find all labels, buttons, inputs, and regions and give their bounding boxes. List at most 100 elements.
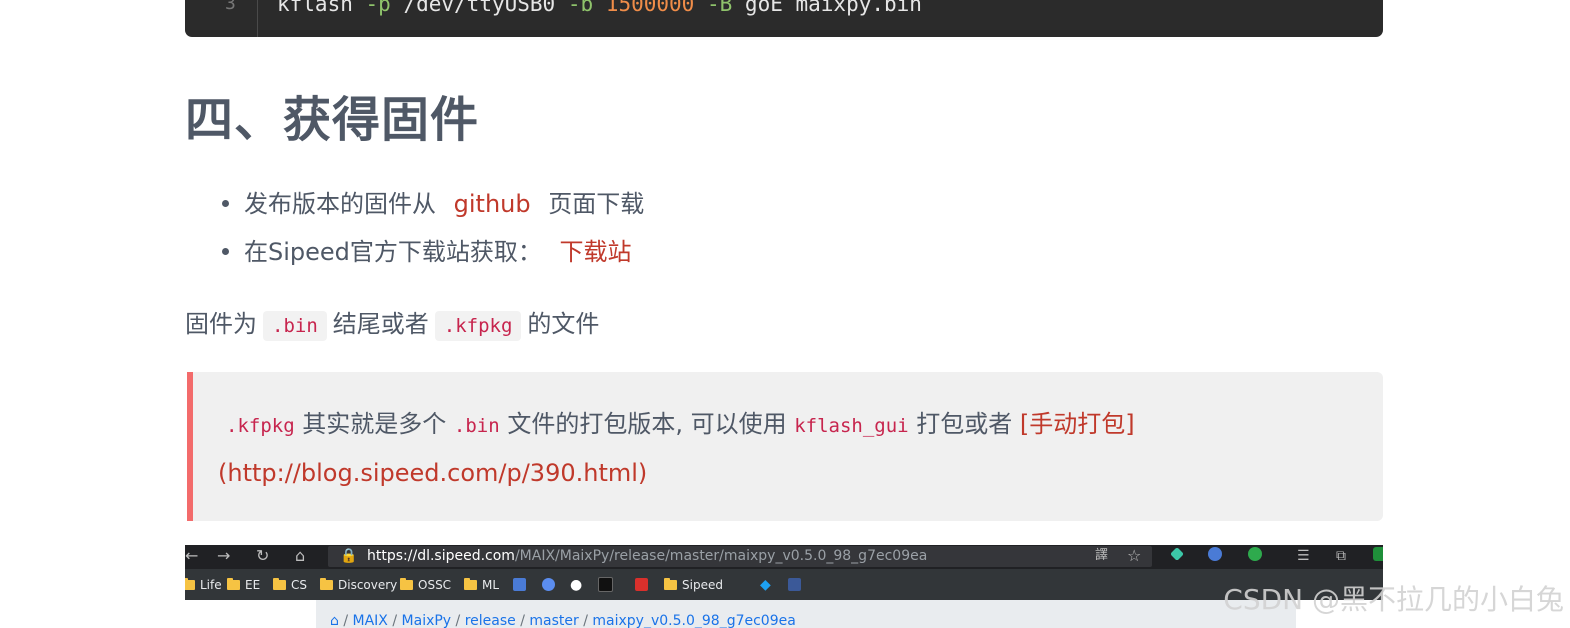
bookmark-label: CS <box>291 578 307 592</box>
manual-pack-link[interactable]: [手动打包] <box>1020 410 1135 438</box>
para-suffix: 的文件 <box>527 310 600 338</box>
browser-screenshot: ← → ↻ ⌂ 🔒 https://dl.sipeed.com/MAIX/Mai… <box>185 545 1383 628</box>
blockquote-line: .kfpkg 其实就是多个 .bin 文件的打包版本, 可以使用 kflash_… <box>226 402 1135 448</box>
list-icon: ☰ <box>1297 548 1310 564</box>
line-number: 3 <box>225 0 236 14</box>
breadcrumb-item: MAIX <box>352 613 388 628</box>
bookmark-folder-ossc: OSSC <box>400 577 451 593</box>
para-middle: 结尾或者 <box>332 310 429 338</box>
section-title: 四、获得固件 <box>185 92 480 148</box>
note-blockquote: .kfpkg 其实就是多个 .bin 文件的打包版本, 可以使用 kflash_… <box>187 372 1383 521</box>
folder-icon <box>227 578 240 590</box>
bookmark-folder-ee: EE <box>227 577 260 593</box>
list-item-prefix: 发布版本的固件从 <box>244 190 436 218</box>
breadcrumb-line: ⌂ / MAIX / MaixPy / release / master / m… <box>330 613 796 628</box>
home-icon: ⌂ <box>295 546 306 565</box>
extension-icon <box>1208 547 1222 561</box>
extension-icon <box>1373 547 1383 561</box>
bookmark-folder-life: Life <box>185 577 222 593</box>
back-icon: ← <box>185 546 199 565</box>
code-gutter <box>185 0 258 37</box>
facebook-badge <box>788 578 801 591</box>
inline-code-bin: .bin <box>263 311 327 341</box>
list-item-suffix: 页面下载 <box>548 190 645 218</box>
address-url: https://dl.sipeed.com/MAIX/MaixPy/releas… <box>367 546 927 567</box>
github-link[interactable]: github <box>454 190 531 218</box>
breadcrumb-item: master <box>529 613 579 628</box>
evernote-icon <box>1248 547 1262 561</box>
translate-icon: 譯 <box>1095 548 1109 563</box>
bookmark-ext <box>542 577 560 593</box>
browser-page-area: ⌂ / MAIX / MaixPy / release / master / m… <box>185 600 1383 628</box>
bookmark-label: Life <box>200 578 222 592</box>
breadcrumb: ⌂ / MAIX / MaixPy / release / master / m… <box>316 600 1296 628</box>
folder-icon <box>464 578 477 590</box>
url-path: /MAIX/MaixPy/release/master/maixpy_v0.5.… <box>514 548 928 564</box>
lock-icon: 🔒 <box>340 548 358 564</box>
bookmark-label: Sipeed <box>682 578 723 592</box>
para-prefix: 固件为 <box>185 310 257 338</box>
collections-icon: ⧉ <box>1336 548 1346 564</box>
folder-icon <box>273 578 286 590</box>
bookmark-translate <box>513 577 531 593</box>
firmware-source-list: 发布版本的固件从 github 页面下载 在Sipeed官方下载站获取： 下载站 <box>200 182 644 278</box>
download-site-link[interactable]: 下载站 <box>560 238 632 266</box>
twitter-icon: ◆ <box>760 577 771 593</box>
translate-icon <box>513 578 526 591</box>
quote-code-kfpkg: .kfpkg <box>226 415 295 437</box>
bookmarks-bar: Life EE CS Discovery OSSC ML ● Sipeed ◆ <box>185 569 1383 600</box>
list-item: 发布版本的固件从 github 页面下载 <box>200 182 644 230</box>
folder-icon <box>664 578 677 590</box>
home-icon: ⌂ <box>330 613 339 628</box>
address-bar: 🔒 https://dl.sipeed.com/MAIX/MaixPy/rele… <box>328 546 1152 567</box>
list-item-prefix: 在Sipeed官方下载站获取： <box>244 238 542 266</box>
folder-icon <box>400 578 413 590</box>
code-port: /dev/ttyUSB0 <box>403 0 556 16</box>
code-baud: 1500000 <box>605 0 695 16</box>
csdn-watermark: CSDN @黑不拉几的小白兔 <box>1223 583 1564 616</box>
code-flag-b: -b <box>567 0 594 16</box>
breadcrumb-item: maixpy_v0.5.0_98_g7ec09ea <box>592 613 796 628</box>
url-host: dl.sipeed.com <box>417 548 515 564</box>
code-board-file: goE maixpy.bin <box>744 0 922 16</box>
inline-code-kfpkg: .kfpkg <box>434 311 522 341</box>
breadcrumb-item: release <box>464 613 516 628</box>
extension-icon <box>1170 547 1184 561</box>
browser-toolbar: ← → ↻ ⌂ 🔒 https://dl.sipeed.com/MAIX/Mai… <box>185 545 1383 569</box>
bookmark-label: ML <box>482 578 500 592</box>
bookmark-label: OSSC <box>418 578 452 592</box>
bookmark-folder-ml: ML <box>464 577 499 593</box>
folder-icon <box>320 578 333 590</box>
code-flag-B: -B <box>706 0 733 16</box>
quote-text: 文件的打包版本, 可以使用 <box>507 410 787 438</box>
quote-code-bin: .bin <box>453 415 500 437</box>
bookmark-label: EE <box>245 578 261 592</box>
facebook-icon <box>788 577 806 593</box>
list-item: 在Sipeed官方下载站获取： 下载站 <box>200 230 644 278</box>
bookmark-folder-discovery: Discovery <box>320 577 397 593</box>
bookmark-icon <box>542 578 555 591</box>
firmware-format-paragraph: 固件为 .bin 结尾或者 .kfpkg 的文件 <box>185 302 599 348</box>
bookmark-ext <box>598 577 618 593</box>
bookmark-icon <box>635 578 648 591</box>
reload-icon: ↻ <box>256 546 270 565</box>
code-flag-p: -p <box>365 0 391 16</box>
bookmark-s <box>635 577 653 593</box>
folder-icon <box>185 578 195 590</box>
code-line: kflash -p /dev/ttyUSB0 -b 1500000 -B goE… <box>277 0 922 16</box>
bullet-dot <box>222 248 229 255</box>
blockquote-line: (http://blog.sipeed.com/p/390.html) <box>218 451 647 495</box>
quote-text: 打包或者 <box>916 410 1013 438</box>
code-block: 3 kflash -p /dev/ttyUSB0 -b 1500000 -B g… <box>185 0 1383 37</box>
url-scheme: https:// <box>367 548 418 564</box>
bookmark-folder-sipeed: Sipeed <box>664 577 723 593</box>
breadcrumb-item: MaixPy <box>401 613 452 628</box>
code-cmd: kflash <box>277 0 353 16</box>
bookmark-icon <box>598 577 613 592</box>
bullet-dot <box>222 200 229 207</box>
manual-pack-url[interactable]: (http://blog.sipeed.com/p/390.html) <box>218 459 647 487</box>
bookmark-label: Discovery <box>338 578 398 592</box>
github-icon: ● <box>570 577 583 593</box>
bookmark-folder-cs: CS <box>273 577 307 593</box>
quote-code-kflash-gui: kflash_gui <box>794 415 909 437</box>
